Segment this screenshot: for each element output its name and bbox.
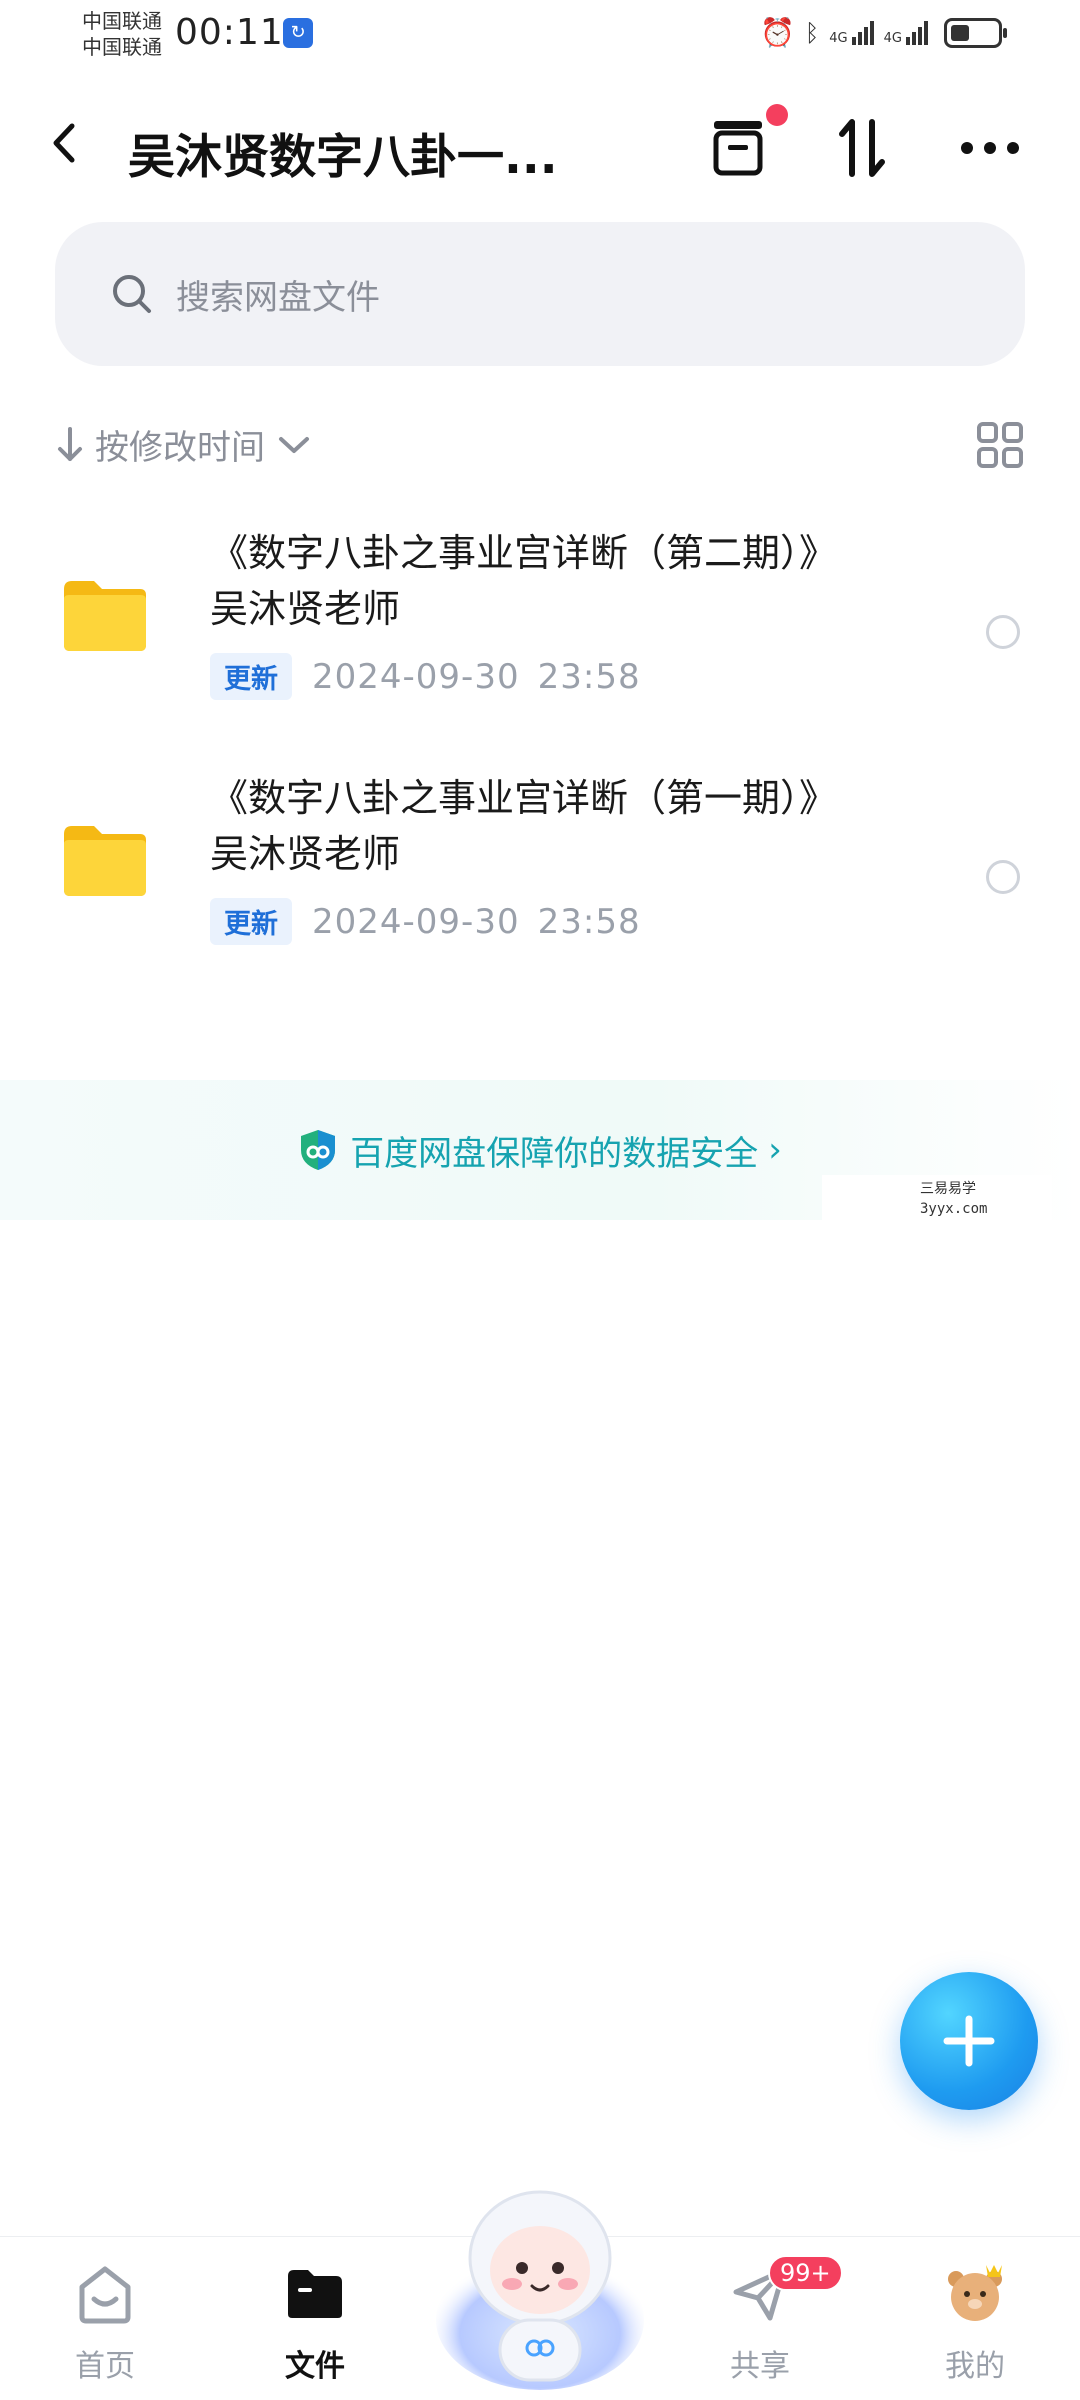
search-input[interactable]: 搜索网盘文件 [55,222,1025,366]
nav-label: 首页 [75,2349,135,2384]
banner-text: 百度网盘保障你的数据安全 [350,1133,759,1174]
alarm-icon: ⏰ [760,16,795,49]
chevron-left-icon [53,123,75,163]
nav-item-files[interactable]: 文件 [245,2259,385,2385]
sort-order-button[interactable] [822,108,902,188]
chevron-down-icon [279,436,309,453]
battery-icon [944,17,1007,48]
file-date: 2024-09-30 [312,901,520,942]
shield-icon [301,1130,336,1170]
more-options-button[interactable] [950,108,1030,188]
file-time: 23:58 [537,656,641,697]
file-meta: 更新 2024-09-30 23:58 [210,898,641,945]
update-badge: 更新 [210,653,292,700]
archive-box-icon [713,121,763,176]
more-dots-icon [961,142,1019,154]
bluetooth-icon: ᛒ [804,18,820,47]
page-title: 吴沐贤数字八卦一... [128,130,558,185]
nav-label: 共享 [730,2349,790,2384]
folder-filled-icon [280,2259,350,2329]
carrier-2: 中国联通 [82,35,162,59]
nav-item-home[interactable]: 首页 [35,2259,175,2385]
nav-item-profile[interactable]: 我的 [905,2259,1045,2385]
chevron-right-icon: › [768,1130,782,1170]
list-item[interactable]: 《数字八卦之事业宫详断（第一期）》吴沐贤老师 更新 2024-09-30 23:… [0,770,1080,970]
search-placeholder: 搜索网盘文件 [176,277,380,318]
watermark: 三易易学 3yyx.com [822,1175,1052,1227]
update-badge: 更新 [210,898,292,945]
grid-view-button[interactable] [975,420,1025,470]
arrow-down-icon [58,426,82,461]
folder-icon [64,581,146,651]
file-date: 2024-09-30 [312,656,520,697]
astronaut-mascot-icon [436,2190,644,2390]
avatar [940,2259,1010,2329]
list-item[interactable]: 《数字八卦之事业宫详断（第二期）》吴沐贤老师 更新 2024-09-30 23:… [0,525,1080,725]
plus-icon [943,2015,995,2067]
header-bar: 吴沐贤数字八卦一... [0,90,1080,200]
select-checkbox[interactable] [986,615,1020,649]
home-icon [70,2259,140,2329]
select-checkbox[interactable] [986,860,1020,894]
file-name: 《数字八卦之事业宫详断（第二期）》吴沐贤老师 [210,531,819,631]
add-button[interactable] [900,1972,1038,2110]
folder-icon [64,826,146,896]
nav-item-share[interactable]: 99+ 共享 [690,2255,843,2385]
status-bar: 中国联通 中国联通 00:11 ↻ ⏰ ᛒ 4G 4G [0,0,1080,70]
clock: 00:11 [175,12,284,53]
nav-label: 我的 [945,2349,1005,2384]
status-icons: ⏰ ᛒ 4G 4G [760,16,1007,49]
transfer-list-button[interactable] [698,104,788,188]
notification-count-badge: 99+ [768,2255,843,2291]
signal-2-icon: 4G [884,20,928,45]
file-meta: 更新 2024-09-30 23:58 [210,653,641,700]
nav-label: 文件 [285,2349,345,2384]
carrier-labels: 中国联通 中国联通 [82,8,162,60]
back-button[interactable] [48,118,98,178]
sort-arrows-icon [839,119,885,177]
notification-dot [766,104,788,126]
carrier-1: 中国联通 [82,9,162,33]
signal-1-icon: 4G [829,20,874,45]
sort-label: 按修改时间 [95,428,265,468]
file-name: 《数字八卦之事业宫详断（第一期）》吴沐贤老师 [210,776,819,876]
grid-view-icon [977,422,1023,468]
mascot-button[interactable] [430,2170,650,2390]
app-notification-icon: ↻ [283,18,313,48]
sort-dropdown[interactable]: 按修改时间 [55,420,311,469]
file-time: 23:58 [537,901,641,942]
search-icon [113,275,151,313]
